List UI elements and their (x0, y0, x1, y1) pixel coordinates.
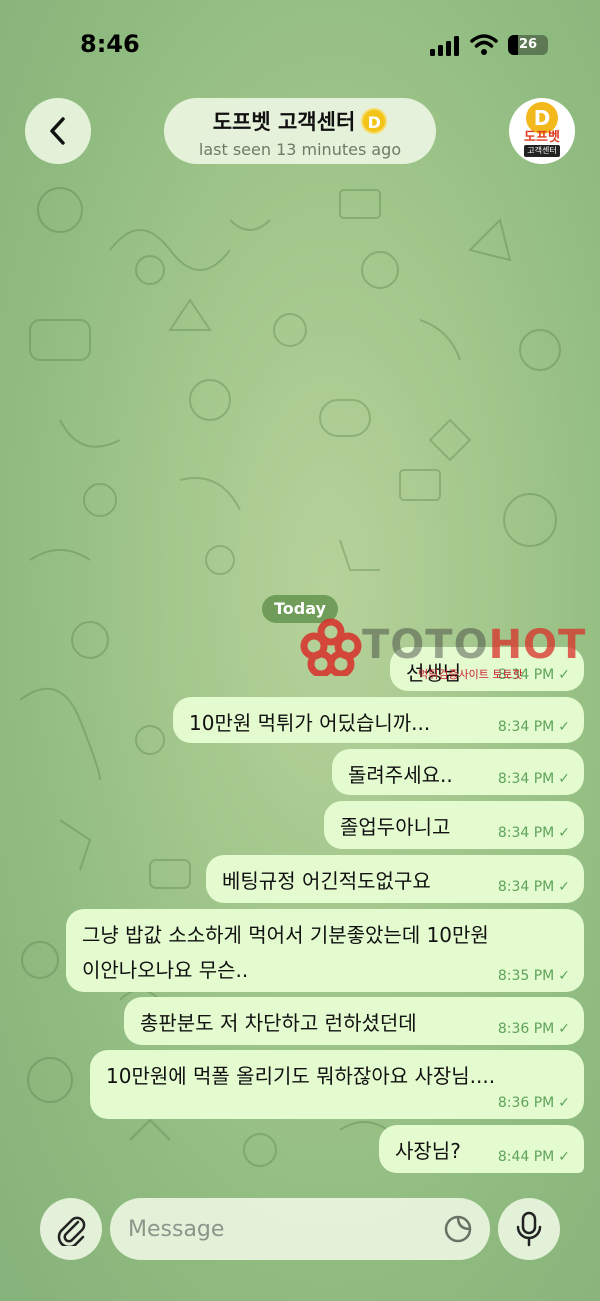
microphone-icon (516, 1211, 542, 1247)
message-time: 8:36 PM (497, 1021, 555, 1037)
avatar-sub-text: 고객센터 (524, 145, 560, 157)
status-bar: 8:46 26 (0, 0, 600, 90)
message-bubble[interactable]: 그냥 밥값 소소하게 먹어서 기분좋았는데 10만원 이안나오나요 무슨.. 8… (66, 909, 584, 992)
message-time: 8:36 PM (497, 1095, 555, 1111)
message-time: 8:34 PM (497, 825, 555, 841)
message-text: 10만원에 먹폴 올리기도 뭐하잖아요 사장님.... (106, 1064, 496, 1088)
message-bubble[interactable]: 10만원 먹튀가 어딨습니까... 8:34 PM ✓ (173, 697, 584, 743)
message-bubble[interactable]: 사장님? 8:44 PM ✓ (379, 1125, 584, 1173)
brand-badge-icon: D (361, 108, 388, 134)
message-bubble[interactable]: 총판분도 저 차단하고 런하셨던데 8:36 PM ✓ (124, 997, 584, 1045)
message-input[interactable] (128, 1212, 428, 1246)
message-time: 8:34 PM (497, 667, 555, 683)
battery-indicator: 26 (508, 35, 548, 55)
checkmark-icon: ✓ (558, 1095, 570, 1111)
message-bubble[interactable]: 졸업두아니고 8:34 PM ✓ (324, 801, 584, 849)
message-time: 8:44 PM (497, 1149, 555, 1165)
wifi-icon (470, 34, 498, 55)
checkmark-icon: ✓ (558, 771, 570, 787)
message-bubble[interactable]: 베팅규정 어긴적도없구요 8:34 PM ✓ (206, 855, 584, 903)
message-input-container[interactable] (110, 1198, 490, 1260)
checkmark-icon: ✓ (558, 1149, 570, 1165)
back-button[interactable] (25, 98, 91, 164)
chevron-left-icon (50, 117, 65, 145)
message-text-line1: 그냥 밥값 소소하게 먹어서 기분좋았는데 10만원 (82, 923, 489, 947)
message-time: 8:34 PM (497, 719, 555, 735)
checkmark-icon: ✓ (558, 968, 570, 984)
checkmark-icon: ✓ (558, 879, 570, 895)
message-bubble[interactable]: 10만원에 먹폴 올리기도 뭐하잖아요 사장님.... 8:36 PM ✓ (90, 1050, 584, 1119)
last-seen-status: last seen 13 minutes ago (198, 140, 402, 159)
checkmark-icon: ✓ (558, 719, 570, 735)
message-bubble[interactable]: 돌려주세요.. 8:34 PM ✓ (332, 749, 584, 795)
cellular-signal-icon (430, 36, 459, 56)
message-bubble[interactable]: 선생님 8:34 PM ✓ (390, 647, 584, 691)
checkmark-icon: ✓ (558, 825, 570, 841)
date-separator: Today (262, 595, 338, 623)
status-time: 8:46 (80, 30, 140, 58)
message-time: 8:34 PM (497, 879, 555, 895)
watermark-flower-icon (300, 618, 362, 676)
paperclip-icon (57, 1216, 86, 1246)
battery-level: 26 (518, 37, 538, 52)
attach-button[interactable] (40, 1198, 102, 1260)
microphone-button[interactable] (498, 1198, 560, 1260)
message-text-line2: 이안나오나요 무슨.. (82, 958, 249, 982)
message-time: 8:34 PM (497, 771, 555, 787)
checkmark-icon: ✓ (558, 667, 570, 683)
checkmark-icon: ✓ (558, 1021, 570, 1037)
chat-title-header[interactable]: 도프벳 고객센터 D last seen 13 minutes ago (164, 98, 436, 164)
avatar-brand-text: 도프벳 (524, 130, 560, 145)
chat-title: 도프벳 고객센터 (212, 110, 356, 134)
message-time: 8:35 PM (497, 968, 555, 984)
contact-avatar[interactable]: D 도프벳 고객센터 (509, 98, 575, 164)
sticker-icon[interactable] (442, 1213, 474, 1245)
